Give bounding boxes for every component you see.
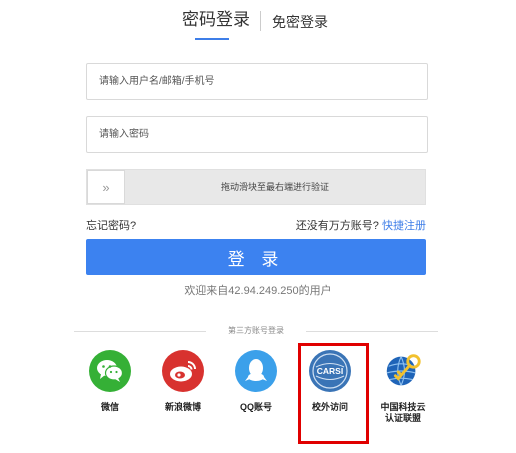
double-chevron-right-icon: » [102,179,110,195]
divider-line-right [306,331,438,332]
welcome-message: 欢迎来自42.94.249.250的用户 [184,285,332,297]
weibo-label: 新浪微博 [164,402,201,412]
username-field-wrapper [86,63,428,100]
username-input[interactable] [87,64,427,99]
wechat-login[interactable]: 微信 [80,350,140,413]
login-button[interactable]: 登 录 [86,239,426,275]
wechat-label: 微信 [100,402,119,412]
forgot-password-link[interactable]: 忘记密码? [86,217,136,233]
weibo-icon [162,350,204,392]
cstcloud-icon [382,350,424,392]
qq-label: QQ账号 [239,402,272,412]
slider-instruction: 拖动滑块至最右端进行验证 [220,182,329,192]
account-links-row: 忘记密码? 还没有万方账号? 快捷注册 [86,217,428,233]
third-party-divider: 第三方账号登录 [74,324,438,338]
qq-login[interactable]: QQ账号 [226,350,286,413]
tab-divider [260,11,261,31]
third-party-providers: 微信 新浪微博 QQ账号 CARSI 校外访问 中国科技云 认证联盟 [0,350,516,450]
no-account-text: 还没有万方账号? [295,220,379,232]
active-tab-indicator [195,38,229,40]
password-input[interactable] [87,117,427,152]
wechat-icon [89,350,131,392]
slider-handle[interactable]: » [87,170,125,204]
highlight-box [298,343,369,444]
tab-passwordless-login[interactable]: 免密登录 [272,10,328,34]
cstcloud-label: 中国科技云 认证联盟 [380,402,426,423]
register-prompt: 还没有万方账号? 快捷注册 [296,217,426,233]
quick-register-link[interactable]: 快捷注册 [382,220,426,232]
cstcloud-login[interactable]: 中国科技云 认证联盟 [373,350,433,424]
qq-icon [235,350,277,392]
password-field-wrapper [86,116,428,153]
slider-captcha: » 拖动滑块至最右端进行验证 [86,169,426,205]
weibo-login[interactable]: 新浪微博 [153,350,213,413]
login-tabs: 密码登录 免密登录 [0,8,516,44]
tab-password-login[interactable]: 密码登录 [182,8,250,32]
